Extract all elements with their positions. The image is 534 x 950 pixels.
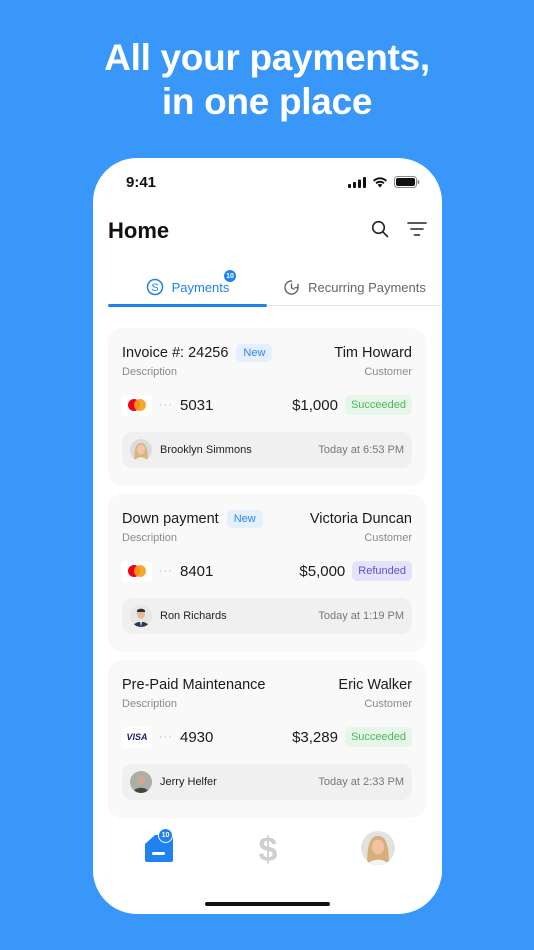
payment-card[interactable]: Pre-Paid Maintenance Eric Walker Descrip… [108,660,426,818]
customer-name: Tim Howard [334,345,412,361]
payments-list: Invoice #: 24256 New Tim Howard Descripti… [108,328,426,826]
payment-description: Invoice #: 24256 [122,345,229,361]
payment-time: Today at 6:53 PM [318,444,404,456]
dollar-icon: $ [259,831,278,869]
tab-payments[interactable]: S Payments 10 [108,268,267,307]
tab-payments-label: Payments [171,279,230,295]
nav-home-badge: 10 [158,828,173,843]
nav-profile[interactable] [361,831,395,870]
filter-icon[interactable] [407,220,427,238]
avatar [130,439,152,461]
payment-time: Today at 1:19 PM [318,610,404,622]
search-icon[interactable] [371,220,389,238]
visa-icon: VISA [122,726,152,748]
nav-payments[interactable]: $ [256,831,280,871]
headline-line-1: All your payments, [104,37,430,78]
status-badge: Succeeded [344,395,412,415]
new-badge: New [226,510,263,528]
card-last4: 4930 [180,728,214,746]
mastercard-icon [122,560,152,582]
customer-name: Eric Walker [338,677,412,693]
profile-avatar [361,831,395,865]
mastercard-icon [122,394,152,416]
app-header: Home [108,216,427,246]
payment-card[interactable]: Invoice #: 24256 New Tim Howard Descripti… [108,328,426,486]
card-last4: 8401 [180,562,214,580]
clock-refresh-icon [284,279,299,295]
payment-card[interactable]: Down payment New Victoria Duncan Descript… [108,494,426,652]
status-badge: Succeeded [344,727,412,747]
visa-label: VISA [126,732,148,742]
phone-frame: 9:41 Home S Payments 10 Recurring Paymen… [93,158,442,914]
headline: All your payments, in one place [0,36,534,124]
rep-name: Jerry Helfer [160,776,217,788]
payment-time: Today at 2:33 PM [318,776,404,788]
nav-home[interactable]: 10 [143,828,175,869]
avatar [130,605,152,627]
customer-label: Customer [364,366,412,378]
page-title: Home [108,218,170,243]
customer-label: Customer [364,532,412,544]
status-time: 9:41 [126,174,157,191]
description-label: Description [122,366,178,378]
customer-label: Customer [364,698,412,710]
card-last4: 5031 [180,396,214,414]
home-indicator [205,902,330,906]
card-mask: ··· [159,565,173,577]
customer-name: Victoria Duncan [309,511,412,527]
rep-name: Ron Richards [160,610,227,622]
tab-recurring-label: Recurring Payments [308,279,426,295]
card-mask: ··· [159,731,173,743]
description-label: Description [122,698,178,710]
dollar-circle-icon: S [146,278,163,296]
wifi-icon [373,177,387,188]
card-mask: ··· [159,399,173,411]
status-badge: Refunded [352,561,412,581]
status-bar: 9:41 [93,172,442,194]
bottom-nav: 10 $ [93,818,442,878]
payment-amount: $5,000 [299,562,346,580]
avatar [130,771,152,793]
description-label: Description [122,532,178,544]
tab-payments-badge: 10 [224,270,236,282]
tab-bar: S Payments 10 Recurring Payments [108,268,442,307]
payment-description: Pre-Paid Maintenance [122,677,266,693]
svg-text:$: $ [259,832,278,866]
payment-amount: $1,000 [292,396,338,414]
new-badge: New [236,344,273,362]
headline-line-2: in one place [161,81,373,122]
signal-icon [348,176,366,188]
svg-text:S: S [151,282,158,294]
tab-recurring-payments[interactable]: Recurring Payments [267,268,442,306]
battery-icon [394,176,420,188]
rep-name: Brooklyn Simmons [160,444,252,456]
payment-amount: $3,289 [292,728,338,746]
payment-description: Down payment [122,511,219,527]
